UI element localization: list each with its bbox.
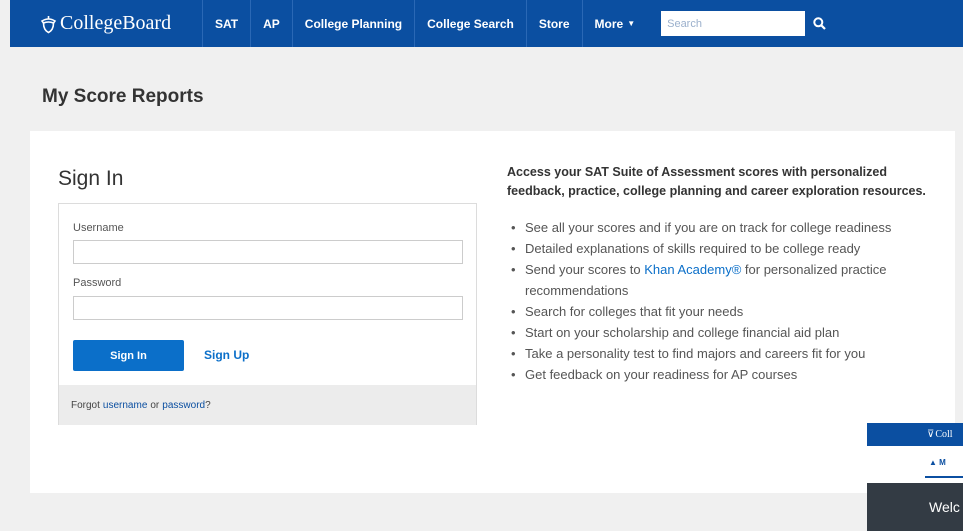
overlay-acorn-icon: ⊽ [927,429,935,440]
search-input[interactable] [661,11,806,36]
forgot-username-link[interactable]: username [103,400,147,411]
acorn-icon [40,15,57,33]
score-reports-card: Sign In Username Password Sign In Sign U… [30,131,955,493]
nav-item-sat[interactable]: SAT [202,0,250,47]
list-item: Send your scores to Khan Academy® for pe… [507,259,927,301]
nav-item-college-planning[interactable]: College Planning [291,0,414,47]
list-item: Get feedback on your readiness for AP co… [507,364,927,385]
list-item: See all your scores and if you are on tr… [507,217,927,238]
forgot-suffix: ? [205,399,211,411]
list-item: Search for colleges that fit your needs [507,301,927,322]
forgot-or: or [150,399,160,411]
search-box [661,11,833,36]
home-icon: ▲ [929,458,937,467]
top-navbar: CollegeBoard SAT AP College Planning Col… [10,0,963,47]
nav-item-college-search[interactable]: College Search [414,0,526,47]
signin-form: Username Password Sign In Sign Up Forgot… [58,203,477,425]
overlay-preview: ⊽ Coll ▲ M Welc [867,423,963,531]
collegeboard-logo[interactable]: CollegeBoard [40,12,202,35]
signup-link[interactable]: Sign Up [204,348,249,362]
info-heading: Access your SAT Suite of Assessment scor… [507,165,926,198]
list-item: Take a personality test to find majors a… [507,343,927,364]
username-input[interactable] [73,240,463,264]
nav-item-more[interactable]: More ▼ [581,0,648,47]
list-item: Detailed explanations of skills required… [507,238,927,259]
info-panel: Access your SAT Suite of Assessment scor… [507,163,927,385]
forgot-password-link[interactable]: password [162,400,205,411]
benefits-list: See all your scores and if you are on tr… [507,217,927,385]
nav-item-ap[interactable]: AP [250,0,292,47]
chevron-down-icon: ▼ [627,19,636,28]
nav-item-store[interactable]: Store [525,0,582,47]
search-button[interactable] [805,11,833,36]
overlay-logo-text: Coll [935,429,953,440]
overlay-tabs: ▲ M [867,446,963,483]
username-label: Username [73,222,124,234]
overlay-header: ⊽ Coll [867,423,963,446]
overlay-welcome: Welc [867,483,963,531]
list-item: Start on your scholarship and college fi… [507,322,927,343]
signin-button[interactable]: Sign In [73,340,184,371]
search-icon [812,17,826,30]
password-input[interactable] [73,296,463,320]
overlay-tab[interactable]: ▲ M [929,458,946,467]
signin-title: Sign In [58,167,124,190]
forgot-prefix: Forgot [71,399,100,411]
page-title: My Score Reports [42,86,204,107]
forgot-credentials-bar: Forgot username or password ? [59,385,476,425]
logo-text: CollegeBoard [60,12,172,34]
overlay-tab-underline [925,476,963,478]
khan-academy-link[interactable]: Khan Academy® [644,262,741,277]
password-label: Password [73,277,122,289]
